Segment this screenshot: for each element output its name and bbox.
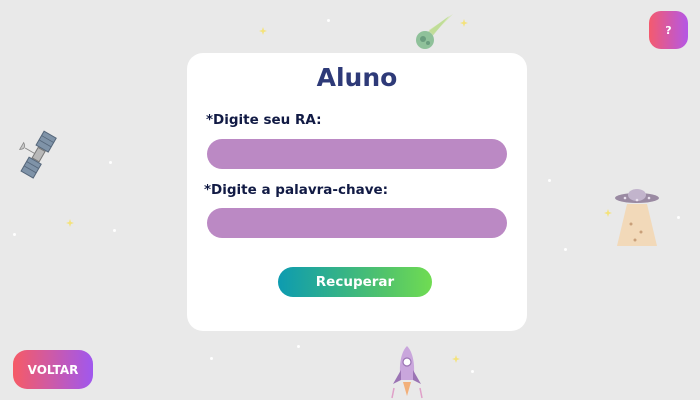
sparkle-dot [548, 179, 551, 182]
ufo-icon [615, 189, 659, 246]
page-title: Aluno [316, 63, 398, 92]
sparkle-dot [677, 216, 680, 219]
comet-icon [416, 14, 453, 49]
help-button[interactable]: ? [649, 11, 688, 49]
sparkle-dot [113, 229, 116, 232]
back-button[interactable]: VOLTAR [13, 350, 93, 389]
sparkle-dot [471, 370, 474, 373]
star-icon [460, 19, 468, 27]
sparkle-dot [13, 233, 16, 236]
star-icon [66, 219, 74, 227]
keyword-input[interactable] [207, 208, 507, 238]
recover-button[interactable]: Recuperar [278, 267, 432, 297]
recovery-card: Aluno *Digite seu RA: *Digite a palavra-… [187, 53, 527, 331]
rocket-icon [391, 346, 423, 399]
star-icon [259, 27, 267, 35]
sparkle-dot [210, 357, 213, 360]
sparkle-dot [564, 248, 567, 251]
sparkle-dot [297, 345, 300, 348]
keyword-label: *Digite a palavra-chave: [204, 182, 389, 198]
satellite-icon [18, 130, 57, 179]
sparkle-dot [327, 19, 330, 22]
sparkle-dot [109, 161, 112, 164]
ra-label: *Digite seu RA: [206, 112, 322, 128]
star-icon [604, 209, 612, 217]
star-icon [452, 355, 460, 363]
ra-input[interactable] [207, 139, 507, 169]
